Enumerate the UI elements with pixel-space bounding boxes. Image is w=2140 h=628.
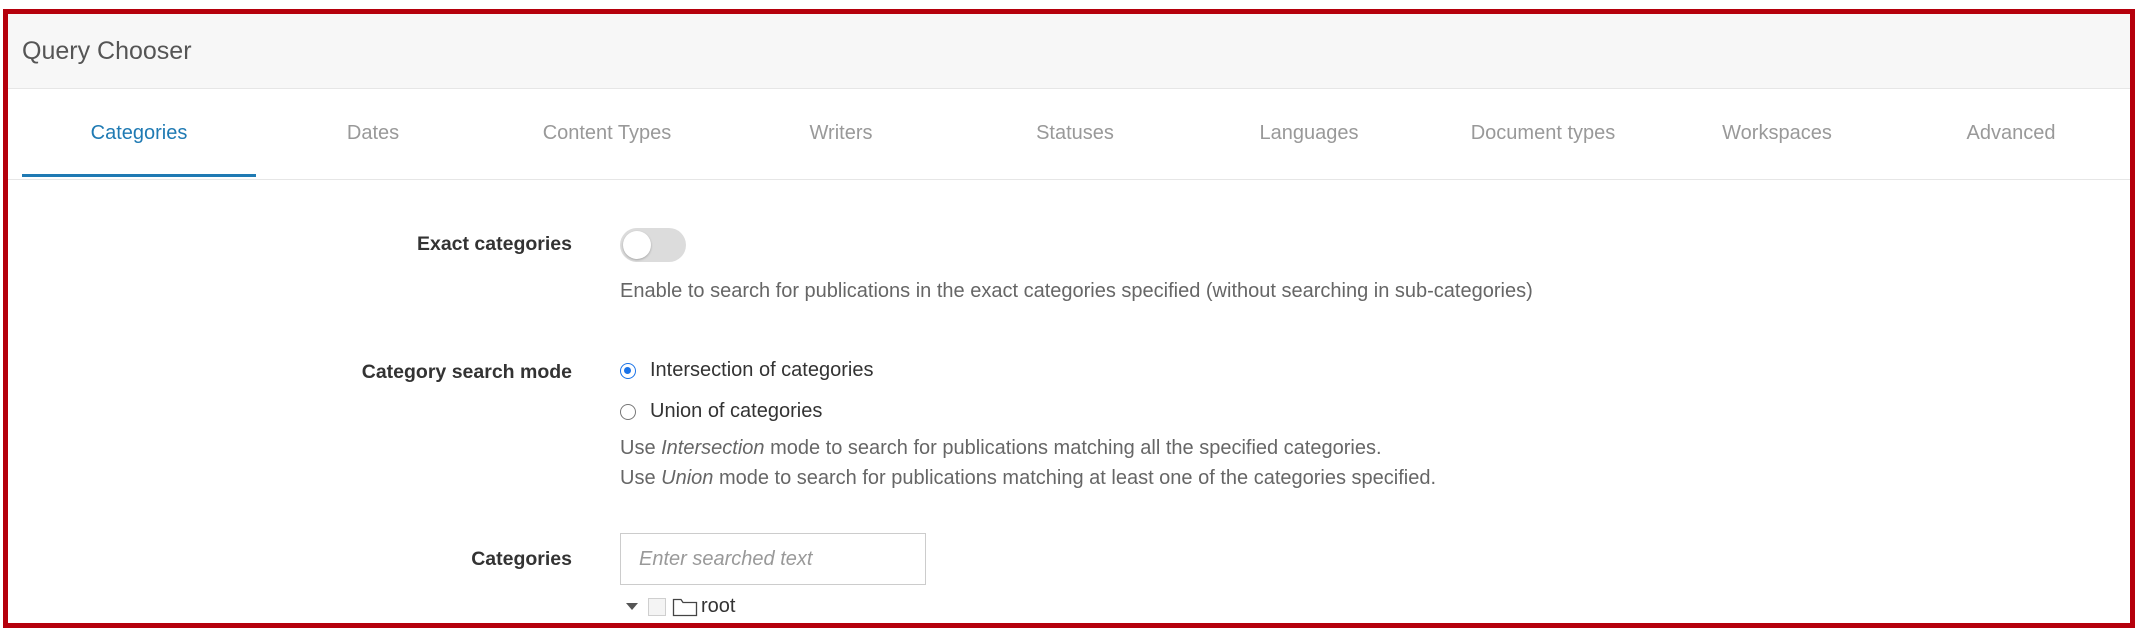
categories-tab-content: Exact categories Enable to search for pu… (8, 180, 2130, 622)
tab-bar: Categories Dates Content Types Writers S… (8, 89, 2130, 180)
tab-advanced[interactable]: Advanced (1894, 119, 2128, 147)
tab-categories[interactable]: Categories (22, 119, 256, 147)
panel-header: Query Chooser (8, 14, 2130, 89)
tab-dates[interactable]: Dates (256, 119, 490, 147)
help-text: mode to search for publications matching… (764, 437, 1382, 459)
help-emphasis: Intersection (661, 437, 765, 459)
radio-checked-icon[interactable] (620, 362, 636, 379)
radio-unchecked-icon[interactable] (620, 403, 636, 420)
radio-intersection-label: Intersection of categories (650, 359, 874, 381)
categories-search-input[interactable] (620, 533, 926, 585)
tab-writers[interactable]: Writers (724, 119, 958, 147)
query-chooser-panel: Query Chooser Categories Dates Content T… (3, 9, 2135, 628)
help-text: Use (620, 437, 662, 459)
category-search-mode-label: Category search mode (361, 361, 572, 383)
active-tab-indicator (22, 174, 256, 177)
tab-statuses[interactable]: Statuses (958, 119, 1192, 147)
radio-intersection[interactable]: Intersection of categories (620, 359, 873, 382)
categories-label: Categories (471, 548, 572, 570)
panel-title: Query Chooser (22, 36, 192, 65)
help-text: Use (620, 467, 662, 489)
toggle-knob (623, 231, 651, 259)
tab-content-types[interactable]: Content Types (490, 119, 724, 147)
tree-node-root: root (626, 595, 735, 618)
search-mode-help-line-1: Use Intersection mode to search for publ… (620, 437, 1382, 460)
tab-workspaces[interactable]: Workspaces (1660, 119, 1894, 147)
tab-languages[interactable]: Languages (1192, 119, 1426, 147)
folder-icon (672, 598, 698, 616)
checkbox-icon[interactable] (648, 597, 666, 616)
tab-document-types[interactable]: Document types (1426, 119, 1660, 147)
tree-node-label[interactable]: root (701, 595, 735, 618)
help-text: mode to search for publications matching… (713, 467, 1437, 489)
exact-categories-toggle[interactable] (620, 228, 686, 262)
radio-union[interactable]: Union of categories (620, 400, 822, 423)
radio-union-label: Union of categories (650, 400, 823, 422)
exact-categories-label: Exact categories (416, 233, 572, 255)
search-mode-help-line-2: Use Union mode to search for publication… (620, 467, 1436, 490)
help-emphasis: Union (661, 467, 714, 489)
caret-down-icon[interactable] (626, 603, 638, 610)
exact-categories-help: Enable to search for publications in the… (620, 280, 1533, 302)
